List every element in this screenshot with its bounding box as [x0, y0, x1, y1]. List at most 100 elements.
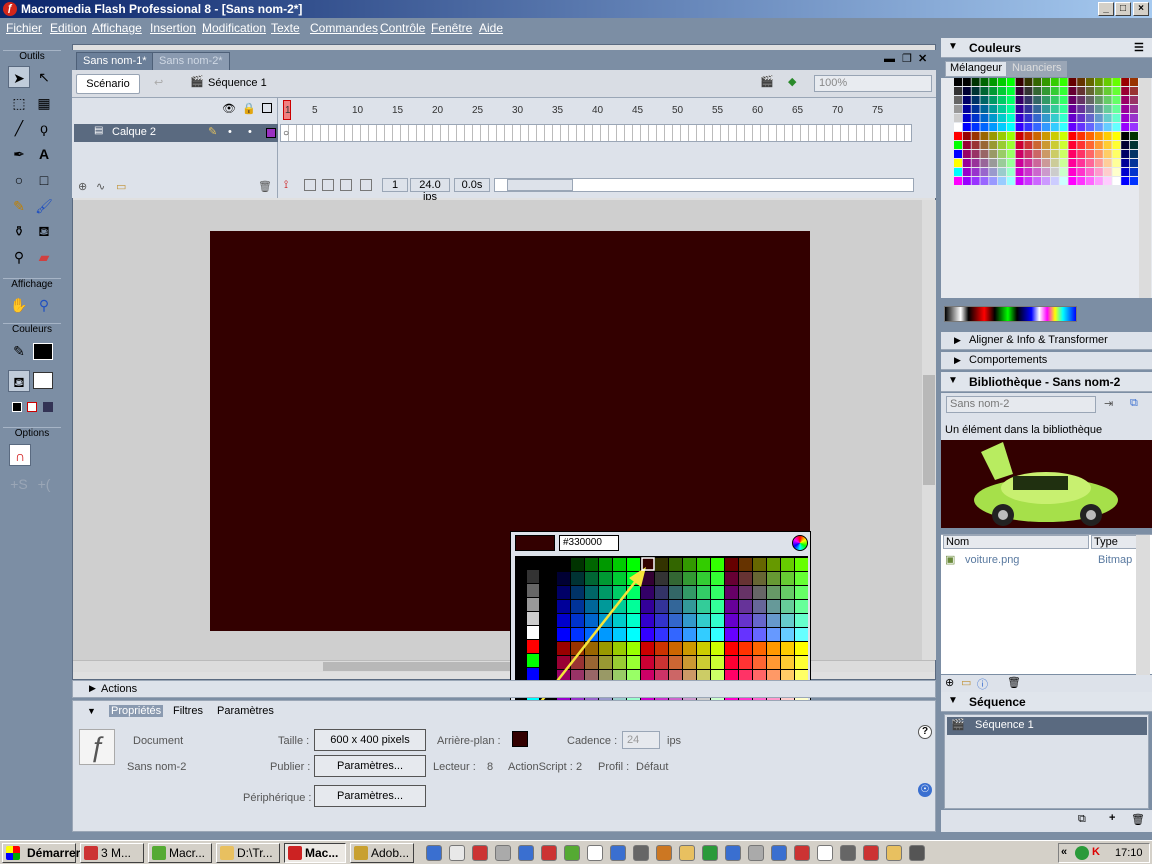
swatch-cell[interactable] [971, 132, 980, 140]
swatch-cell[interactable] [980, 96, 989, 104]
swatch-cell[interactable] [1121, 123, 1130, 131]
swatch-cell[interactable] [998, 150, 1006, 158]
scene-item-label[interactable]: Séquence 1 [975, 719, 1034, 731]
swatch-cell[interactable] [989, 168, 998, 176]
swatch-cell[interactable] [1112, 168, 1121, 176]
swatch-cell[interactable] [1077, 123, 1086, 131]
quick-launch-icon[interactable] [564, 845, 580, 861]
stage-vscroll[interactable] [922, 200, 936, 660]
swatch-cell[interactable] [1112, 159, 1121, 167]
help-icon[interactable]: ? [918, 725, 932, 739]
sequence-breadcrumb[interactable]: Séquence 1 [208, 77, 267, 89]
tab-filters[interactable]: Filtres [173, 705, 203, 717]
swatch-cell[interactable] [1015, 132, 1024, 140]
swatch-cell[interactable] [1068, 105, 1077, 113]
timeline-hscroll-thumb[interactable] [507, 179, 573, 191]
publish-settings-button[interactable]: Paramètres... [314, 755, 426, 777]
swatch-cell[interactable] [1077, 177, 1086, 185]
menu-modification[interactable]: Modification [202, 21, 266, 35]
swatch-cell[interactable] [1121, 177, 1130, 185]
swatch-cell[interactable] [1006, 141, 1015, 149]
swatch-cell[interactable] [1042, 105, 1050, 113]
swatch-cell[interactable] [1042, 123, 1050, 131]
close-button[interactable]: × [1133, 2, 1149, 16]
swatch-cell[interactable] [1130, 78, 1138, 86]
swatch-cell[interactable] [1033, 105, 1042, 113]
onion-markers-icon[interactable] [360, 179, 372, 191]
menu-edition[interactable]: Edition [50, 21, 87, 35]
new-symbol-icon[interactable]: ⊕ [945, 676, 954, 689]
swatch-cell[interactable] [1015, 78, 1024, 86]
swatch-cell[interactable] [1077, 150, 1086, 158]
swatch-cell[interactable] [1130, 87, 1138, 95]
swatch-cell[interactable] [980, 177, 989, 185]
swatch-cell[interactable] [1077, 159, 1086, 167]
swatch-cell[interactable] [1024, 123, 1033, 131]
swatch-cell[interactable] [989, 132, 998, 140]
swatch-cell[interactable] [980, 78, 989, 86]
swatch-cell[interactable] [980, 141, 989, 149]
swatch-cell[interactable] [1059, 159, 1068, 167]
swatch-cell[interactable] [1121, 141, 1130, 149]
swatch-cell[interactable] [998, 105, 1006, 113]
layer-row[interactable]: ▤ Calque 2 ✎ • • [74, 124, 278, 142]
swatch-cell[interactable] [989, 150, 998, 158]
swatch-cell[interactable] [998, 141, 1006, 149]
swatch-cell[interactable] [1042, 78, 1050, 86]
swatch-cell[interactable] [1121, 78, 1130, 86]
swatch-cell[interactable] [1042, 177, 1050, 185]
swatch-cell[interactable] [1121, 87, 1130, 95]
swatch-cell[interactable] [1094, 123, 1103, 131]
swatch-cell[interactable] [1006, 96, 1015, 104]
swatches-vscroll[interactable] [1139, 78, 1151, 298]
library-collapse-icon[interactable]: ▼ [948, 375, 958, 386]
behaviors-panel-header[interactable]: ▶ Comportements [941, 352, 1152, 370]
swatch-cell[interactable] [1059, 114, 1068, 122]
swatch-cell[interactable] [971, 159, 980, 167]
swatch-cell[interactable] [1042, 96, 1050, 104]
swatch-cell[interactable] [962, 141, 971, 149]
swatch-cell[interactable] [1024, 87, 1033, 95]
swatch-cell[interactable] [1033, 87, 1042, 95]
swatch-cell[interactable] [980, 132, 989, 140]
props-collapse-icon[interactable]: ▼ [87, 706, 96, 716]
swatch-cell[interactable] [1033, 141, 1042, 149]
swatch-cell[interactable] [1112, 132, 1121, 140]
swatch-cell[interactable] [971, 150, 980, 158]
swatch-cell[interactable] [962, 150, 971, 158]
swatch-cell[interactable] [1086, 78, 1094, 86]
swatch-cell[interactable] [989, 177, 998, 185]
swatch-cell[interactable] [1130, 159, 1138, 167]
swatch-cell[interactable] [962, 159, 971, 167]
task-button-5[interactable]: Adob... [350, 843, 414, 863]
swatch-cell[interactable] [1068, 177, 1077, 185]
swatch-cell[interactable] [954, 159, 962, 167]
swatch-cell[interactable] [1068, 96, 1077, 104]
eye-icon[interactable]: 👁 [222, 102, 236, 115]
swatch-cell[interactable] [1068, 159, 1077, 167]
quick-launch-icon[interactable] [679, 845, 695, 861]
swatch-cell[interactable] [971, 96, 980, 104]
actions-title[interactable]: Actions [101, 683, 137, 695]
swatch-cell[interactable] [962, 105, 971, 113]
edit-scene-icon[interactable]: 🎬 [760, 75, 774, 88]
swatch-cell[interactable] [980, 159, 989, 167]
swatch-cell[interactable] [1059, 177, 1068, 185]
swatch-cell[interactable] [1121, 168, 1130, 176]
swatch-cell[interactable] [1103, 132, 1112, 140]
new-library-icon[interactable]: ⧉ [1130, 397, 1138, 410]
swatch-cell[interactable] [1094, 159, 1103, 167]
swatch-cell[interactable] [989, 78, 998, 86]
scene-collapse-icon[interactable]: ▼ [948, 695, 958, 706]
swatch-cell[interactable] [1059, 105, 1068, 113]
menu-fichier[interactable]: Fichier [6, 21, 42, 35]
eraser-tool-icon[interactable]: ▰ [33, 246, 55, 268]
swatch-cell[interactable] [1050, 78, 1059, 86]
zoom-select[interactable]: 100% [814, 75, 932, 92]
library-col-name[interactable]: Nom [943, 535, 1089, 549]
swatch-cell[interactable] [1086, 114, 1094, 122]
swatch-cell[interactable] [962, 177, 971, 185]
menu-aide[interactable]: Aide [479, 21, 503, 35]
swatch-cell[interactable] [1112, 123, 1121, 131]
swatch-cell[interactable] [998, 87, 1006, 95]
